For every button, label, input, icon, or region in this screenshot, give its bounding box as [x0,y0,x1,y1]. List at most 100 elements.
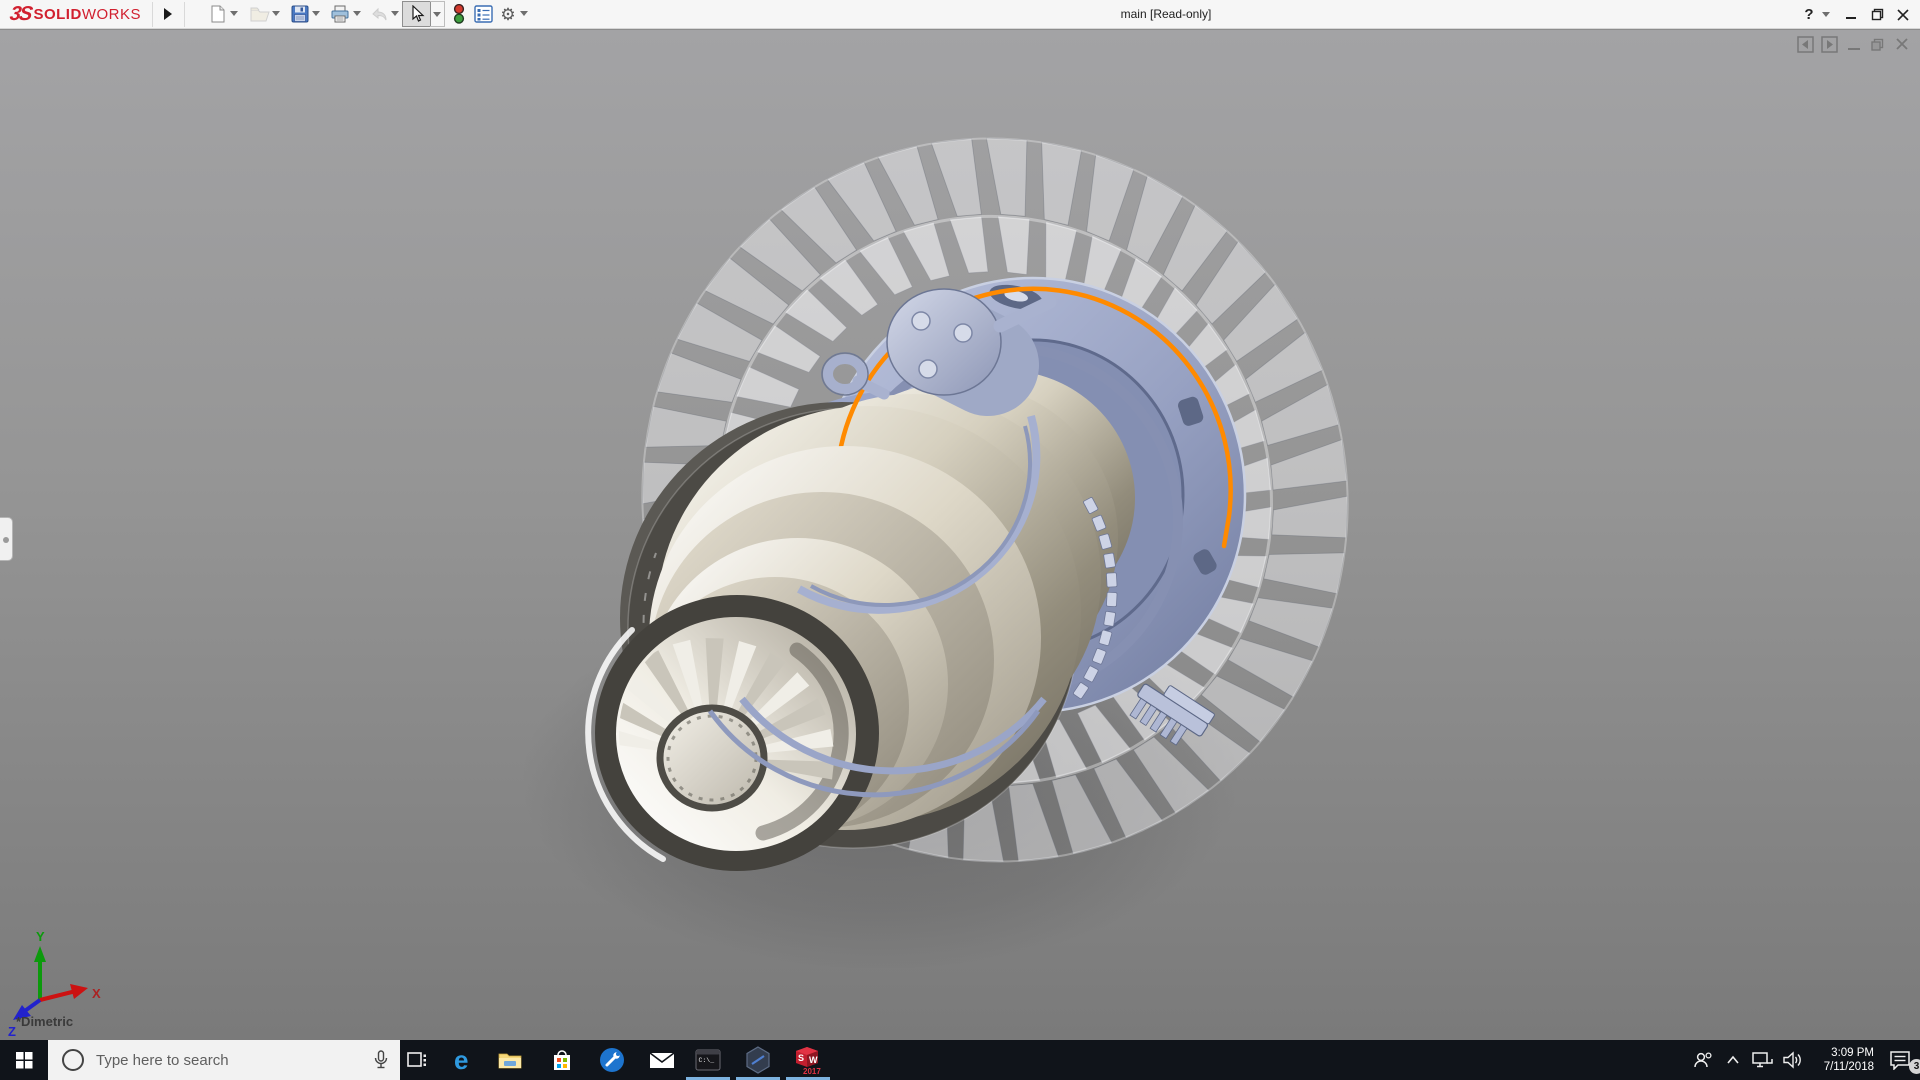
pane-collapse-right-button[interactable] [1821,36,1838,53]
minimize-button[interactable] [1838,2,1864,28]
people-icon [1693,1051,1713,1069]
toolbar-separator [152,2,153,27]
gear-icon: ⚙ [500,6,515,23]
ethernet-icon [1752,1051,1774,1069]
print-button[interactable] [329,3,351,25]
options-button[interactable]: ⚙ [497,3,519,25]
options-dropdown[interactable] [520,11,528,16]
document-title: main [Read-only] [1066,7,1266,21]
command-prompt-button[interactable]: C:\_ [685,1040,731,1080]
triad-x-label: X [92,986,101,1001]
volume-button[interactable] [1778,1040,1808,1080]
edge-taskbar-button[interactable]: e [440,1040,486,1080]
tray-clock[interactable]: 3:09 PM 7/11/2018 [1812,1046,1874,1074]
select-tool-dropdown[interactable] [430,1,445,27]
help-button[interactable]: ? [1796,2,1822,28]
mail-button[interactable] [639,1040,685,1080]
hub-cap [660,708,764,808]
store-button[interactable] [539,1040,585,1080]
pane-left-icon [1797,36,1814,53]
evaluate-panel-button[interactable] [472,3,494,25]
doc-close-icon [1895,36,1909,53]
print-icon [330,5,350,23]
doc-restore-button[interactable] [1869,36,1886,53]
file-explorer-icon [498,1050,522,1070]
network-button[interactable] [1748,1040,1778,1080]
new-document-dropdown[interactable] [230,11,238,16]
close-button[interactable] [1890,2,1916,28]
open-button[interactable] [249,3,271,25]
search-input[interactable] [96,1052,374,1069]
open-folder-icon [250,5,270,23]
task-view-button[interactable] [394,1040,440,1080]
command-prompt-icon: C:\_ [695,1049,721,1071]
solidworks-logo-mark: 3S [8,3,33,26]
undo-dropdown[interactable] [391,11,399,16]
save-floppy-icon [291,5,309,23]
action-center-icon [1889,1050,1911,1070]
task-view-icon [406,1049,428,1071]
hexagon-app-button[interactable] [735,1040,781,1080]
list-panel-icon [474,5,493,23]
doc-close-button[interactable] [1893,36,1910,53]
system-tray: 3:09 PM 7/11/2018 3 [1688,1040,1920,1080]
tray-time: 3:09 PM [1812,1046,1874,1060]
help-dropdown[interactable] [1822,12,1830,17]
desktop: 3S SOLIDWORKS [0,0,1920,1080]
save-dropdown[interactable] [312,11,320,16]
windows-logo-icon [16,1052,33,1069]
svg-text:2017: 2017 [803,1067,821,1075]
feature-manager-tab[interactable] [0,517,13,561]
taskbar-search[interactable] [48,1040,400,1080]
restore-button[interactable] [1864,2,1890,28]
solidworks-titlebar: 3S SOLIDWORKS [0,0,1920,29]
cortana-icon [62,1049,84,1071]
document-window-controls [1797,36,1910,53]
svg-text:e: e [454,1047,468,1073]
restore-icon [1871,8,1884,21]
minimize-icon [1845,9,1857,21]
solidworks-taskbar-button[interactable]: S W 2017 [785,1040,831,1080]
traffic-light-icon [452,4,466,24]
file-explorer-button[interactable] [487,1040,533,1080]
doc-minimize-icon [1847,36,1861,53]
undo-button[interactable] [368,3,390,25]
toolbar-flyout-button[interactable] [155,1,181,27]
cursor-icon [409,5,425,23]
doc-restore-icon [1870,36,1885,53]
view-orientation-label: *Dimetric [16,1014,73,1029]
open-dropdown[interactable] [272,11,280,16]
caret-icon [433,12,441,17]
jet-engine-model[interactable]: Y X Z [0,30,1920,1040]
traffic-light-button[interactable] [448,3,470,25]
svg-text:C:\_: C:\_ [699,1057,715,1064]
svg-text:S: S [798,1053,804,1063]
triad-z-label: Z [8,1024,16,1039]
print-dropdown[interactable] [353,11,361,16]
new-document-icon [209,5,227,23]
triad-y-label: Y [36,929,45,944]
store-icon [551,1048,573,1072]
new-document-button[interactable] [207,3,229,25]
hidden-icons-button[interactable] [1718,1040,1748,1080]
pane-collapse-left-button[interactable] [1797,36,1814,53]
hexagon-app-icon [745,1046,771,1074]
doc-minimize-button[interactable] [1845,36,1862,53]
chevron-up-icon [1726,1055,1740,1065]
toolbar-separator [184,2,185,27]
action-center-button[interactable]: 3 [1880,1040,1920,1080]
graphics-area[interactable]: Y X Z [0,30,1920,1040]
save-button[interactable] [289,3,311,25]
undo-arrow-icon [369,5,389,23]
svg-text:W: W [809,1055,818,1065]
get-help-button[interactable] [589,1040,635,1080]
windows-taskbar: e [0,1040,1920,1080]
wrench-circle-icon [599,1047,625,1073]
tray-date: 7/11/2018 [1812,1060,1874,1074]
start-button[interactable] [0,1040,48,1080]
select-tool-button[interactable] [402,1,431,27]
people-button[interactable] [1688,1040,1718,1080]
flyout-arrow-icon [164,8,172,20]
edge-icon: e [450,1047,476,1073]
microphone-icon[interactable] [374,1050,388,1070]
